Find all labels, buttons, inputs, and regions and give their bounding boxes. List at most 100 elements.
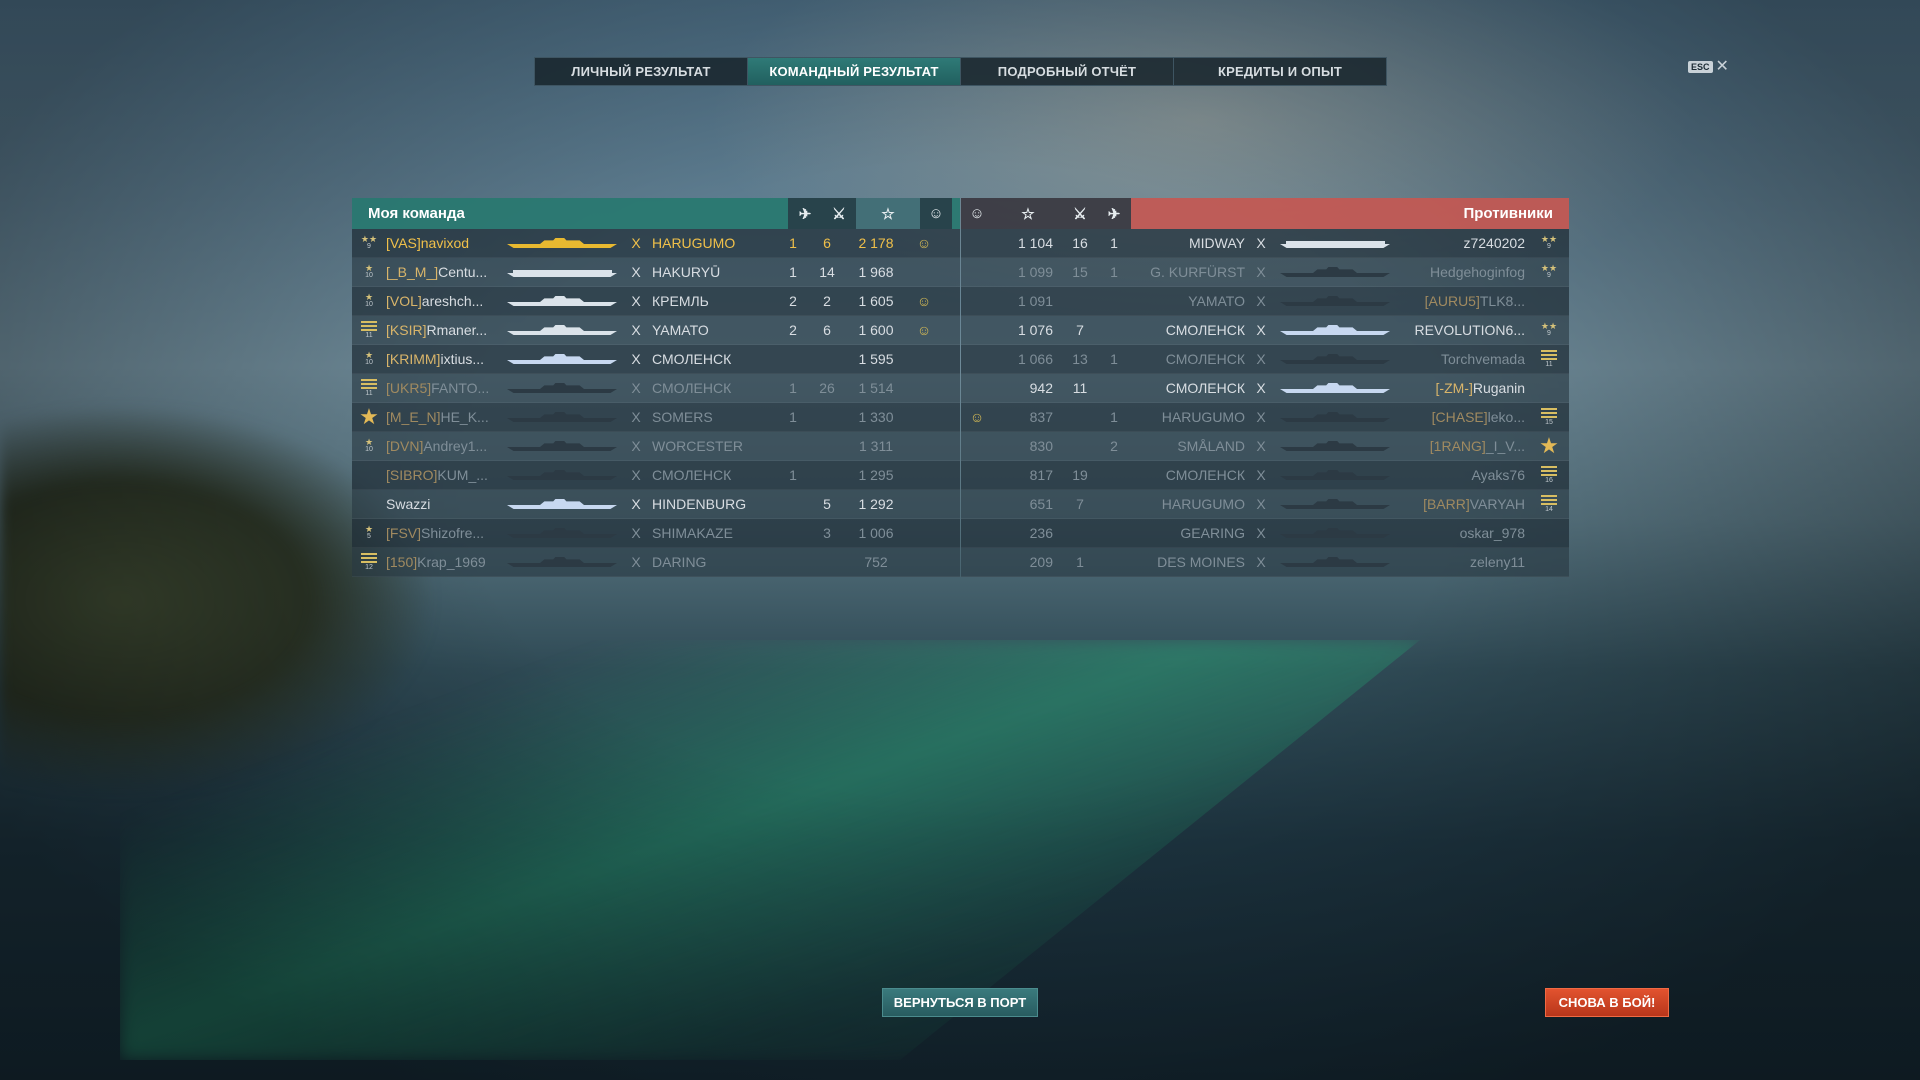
ship-silhouette-icon [507, 265, 617, 279]
table-row[interactable]: 11 [UKR5] FANTO... X СМОЛЕНСК 1 26 1 514 [352, 374, 960, 403]
plane-icon[interactable]: ✈ [1097, 198, 1131, 229]
player-name[interactable]: Ayaks76 [1399, 461, 1529, 489]
player-name[interactable]: [1RANG] _I_V... [1399, 432, 1529, 460]
star-icon[interactable]: ☆ [993, 198, 1063, 229]
player-name[interactable]: [FSV] Shizofre... [386, 519, 498, 547]
rank-level: 5 [367, 533, 371, 540]
close-button[interactable]: ESC ✕ [1688, 59, 1729, 75]
player-name[interactable]: z7240202 [1399, 229, 1529, 257]
table-row[interactable]: 1 091 YAMATO X [AURU5] TLK8... [961, 287, 1569, 316]
player-name[interactable]: zeleny11 [1399, 548, 1529, 576]
base-capture-cell [908, 432, 940, 460]
base-capture-icon[interactable]: ☺ [920, 198, 952, 229]
rank-star-icon: ★★ [1540, 321, 1558, 331]
table-row[interactable]: [SIBRO] KUM_... X СМОЛЕНСК 1 1 295 [352, 461, 960, 490]
tab-detailed-report[interactable]: ПОДРОБНЫЙ ОТЧЁТ [961, 58, 1174, 85]
clan-tag: [VAS] [386, 235, 421, 251]
crossed-swords-icon[interactable]: ⚔ [822, 198, 856, 229]
table-row[interactable]: 209 1 DES MOINES Xzeleny11 [961, 548, 1569, 577]
player-name[interactable]: [-ZM-] Ruganin [1399, 374, 1529, 402]
ship-silhouette-icon [507, 236, 617, 250]
player-name[interactable]: [DVN] Andrey1... [386, 432, 498, 460]
table-row[interactable]: 1 076 7 СМОЛЕНСК X REVOLUTION6... ★★ 9 [961, 316, 1569, 345]
base-xp: 1 066 [1017, 351, 1053, 367]
player-name[interactable]: [CHASE] leko... [1399, 403, 1529, 431]
base-capture-icon[interactable]: ☺ [961, 198, 993, 229]
ship-superstructure [1313, 267, 1357, 273]
ship-tier-x: X [631, 554, 641, 570]
player-name[interactable]: Hedgehoginfog [1399, 258, 1529, 286]
player-name[interactable]: [M_E_N] HE_K... [386, 403, 498, 431]
planes-count [776, 490, 810, 518]
table-row[interactable]: ★ 10 [_B_M_] Centu... X HAKURYŪ 1 14 1 968 [352, 258, 960, 287]
table-row[interactable]: 942 11 СМОЛЕНСК X [-ZM-] Ruganin [961, 374, 1569, 403]
table-row[interactable]: 12 [150] Krap_1969 X DARING 752 [352, 548, 960, 577]
table-row[interactable]: ★★ 9 [VAS] navixod X HARUGUMO 1 6 2 178 ☺ [352, 229, 960, 258]
player-name[interactable]: [UKR5] FANTO... [386, 374, 498, 402]
table-row[interactable]: ★ 5 [FSV] Shizofre... X SHIMAKAZE 3 1 006 [352, 519, 960, 548]
player-name[interactable]: [_B_M_] Centu... [386, 258, 498, 286]
rank-medal-icon: ★ [1539, 433, 1559, 458]
table-row[interactable]: 236 GEARING Xoskar_978 [961, 519, 1569, 548]
player-name[interactable]: [KRIMM] ixtius... [386, 345, 498, 373]
player-name[interactable]: Swazzi [386, 490, 498, 518]
ship-superstructure [540, 412, 584, 418]
ship-superstructure [540, 383, 584, 389]
rank-badge: ★★ 9 [1541, 264, 1557, 280]
battle-again-button[interactable]: СНОВА В БОЙ! [1545, 988, 1669, 1017]
kills-count: 3 [823, 525, 831, 541]
ship-silhouette-icon [1280, 381, 1390, 395]
ship-silhouette [498, 461, 626, 489]
table-row[interactable]: 1 066 13 1 СМОЛЕНСК X Torchvemada 11 [961, 345, 1569, 374]
table-row[interactable]: 1 099 15 1 G. KURFÜRST X Hedgehoginfog ★★ 9 [961, 258, 1569, 287]
ship-tier-x: X [1256, 525, 1266, 541]
table-row[interactable]: 651 7 HARUGUMO X [BARR] VARYAH 14 [961, 490, 1569, 519]
ship-silhouette-icon [1280, 294, 1390, 308]
rank-level: 9 [1547, 272, 1551, 279]
rank-level: 12 [365, 563, 373, 571]
tab-team-result[interactable]: КОМАНДНЫЙ РЕЗУЛЬТАТ [748, 58, 961, 85]
player-name[interactable]: [KSIR] Rmaner... [386, 316, 498, 344]
plane-icon[interactable]: ✈ [788, 198, 822, 229]
my-team-table: Моя команда ✈ ⚔ ☆ ☺ ★★ 9 [VAS] navixod X HARU… [352, 198, 960, 577]
rank-level: 10 [365, 301, 373, 308]
player-name[interactable]: [AURU5] TLK8... [1399, 287, 1529, 315]
ship-name: YAMATO [1188, 293, 1245, 309]
rank-cell: ★★ 9 [352, 229, 386, 257]
crossed-swords-icon[interactable]: ⚔ [1063, 198, 1097, 229]
table-row[interactable]: 830 2 SMÅLAND X [1RANG] _I_V... ★ [961, 432, 1569, 461]
base-capture-cell [908, 461, 940, 489]
rank-bars-icon [1541, 407, 1557, 419]
player-name[interactable]: [VAS] navixod [386, 229, 498, 257]
rank-level: 14 [1545, 505, 1553, 513]
table-row[interactable]: 1 104 16 1 MIDWAY Xz7240202 ★★ 9 [961, 229, 1569, 258]
table-row[interactable]: Swazzi X HINDENBURG 5 1 292 [352, 490, 960, 519]
clan-tag: [FSV] [386, 525, 422, 541]
player-name[interactable]: Torchvemada [1399, 345, 1529, 373]
table-row[interactable]: ★ 10 [DVN] Andrey1... X WORCESTER 1 311 [352, 432, 960, 461]
base-capture-icon: ☺ [969, 409, 985, 425]
player-name[interactable]: REVOLUTION6... [1399, 316, 1529, 344]
rank-cell [352, 490, 386, 518]
player-name[interactable]: oskar_978 [1399, 519, 1529, 547]
table-row[interactable]: ★ [M_E_N] HE_K... X SOMERS 1 1 330 [352, 403, 960, 432]
table-row[interactable]: ★ 10 [VOL] areshch... X КРЕМЛЬ 2 2 1 605 ☺ [352, 287, 960, 316]
table-row[interactable]: 817 19 СМОЛЕНСК X Ayaks76 16 [961, 461, 1569, 490]
player-name[interactable]: [SIBRO] KUM_... [386, 461, 498, 489]
ship-tier-x: X [631, 264, 641, 280]
player-name[interactable]: [VOL] areshch... [386, 287, 498, 315]
return-to-port-button[interactable]: ВЕРНУТЬСЯ В ПОРТ [882, 988, 1038, 1017]
ship-name: СМОЛЕНСК [652, 351, 732, 367]
table-row[interactable]: ★ 10 [KRIMM] ixtius... X СМОЛЕНСК 1 595 [352, 345, 960, 374]
player-name[interactable]: [150] Krap_1969 [386, 548, 498, 576]
tab-credits-xp[interactable]: КРЕДИТЫ И ОПЫТ [1174, 58, 1386, 85]
rank-cell [1529, 287, 1569, 315]
table-row[interactable]: ☺ 837 1 HARUGUMO X [CHASE] leko... 15 [961, 403, 1569, 432]
rank-badge: 14 [1541, 494, 1557, 514]
planes-count: 1 [1110, 264, 1118, 280]
table-row[interactable]: 11 [KSIR] Rmaner... X YAMATO 2 6 1 600 ☺ [352, 316, 960, 345]
player-name[interactable]: [BARR] VARYAH [1399, 490, 1529, 518]
star-icon[interactable]: ☆ [856, 198, 920, 229]
planes-count [1097, 519, 1131, 547]
tab-personal-result[interactable]: ЛИЧНЫЙ РЕЗУЛЬТАТ [535, 58, 748, 85]
